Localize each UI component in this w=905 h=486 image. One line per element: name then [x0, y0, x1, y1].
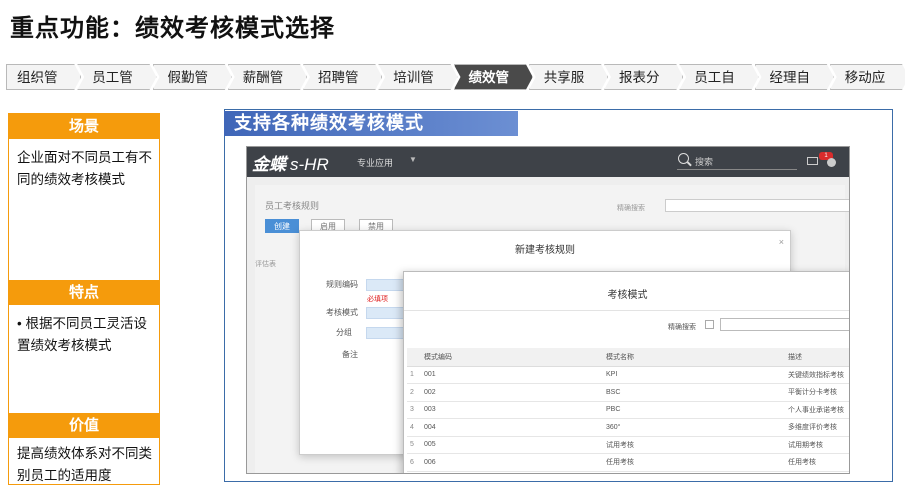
mode-desc: 试用期考核: [785, 436, 849, 454]
table-row[interactable]: 1 001 KPI 关键绩效指标考核: [407, 366, 849, 384]
mode-desc: 个人事业承诺考核: [785, 401, 849, 419]
product-name: s-HR: [290, 155, 329, 174]
feature-body: • 根据不同员工灵活设置绩效考核模式: [17, 316, 147, 353]
mode-name: 360°: [603, 418, 785, 437]
app-logo: 金蝶 s-HR: [252, 150, 329, 175]
page-title: 重点功能：绩效考核模式选择: [10, 15, 335, 42]
dialog-title: 考核模式: [607, 290, 648, 301]
search-underline: [677, 169, 797, 170]
row-index: 3: [407, 401, 421, 419]
nav-item-performance[interactable]: 绩效管理: [454, 64, 533, 90]
bg-filter-label: 精确搜索: [617, 205, 645, 212]
table-row[interactable]: 4 004 360° 多维度评价考核: [407, 418, 849, 437]
mode-desc: 关键绩效指标考核: [785, 366, 849, 384]
mode-code: 005: [421, 436, 603, 454]
mode-code: 004: [421, 418, 603, 437]
nav-item-manager-self[interactable]: 经理自助: [755, 64, 834, 90]
mode-label: 考核模式: [326, 308, 358, 317]
mode-code: 001: [421, 366, 603, 384]
nav-item-mobile[interactable]: 移动应用: [830, 64, 905, 90]
row-index: 4: [407, 418, 421, 437]
value-heading: 价值: [9, 413, 159, 438]
bg-list-label: 评估表: [255, 261, 276, 268]
row-index: 1: [407, 366, 421, 384]
user-icon[interactable]: [827, 158, 836, 167]
search-icon[interactable]: [678, 153, 689, 164]
nav-item-employee[interactable]: 员工管理: [77, 64, 156, 90]
group-field[interactable]: [366, 327, 406, 339]
app-header: 金蝶 s-HR 专业应用 ▼ 搜索 1: [247, 147, 849, 177]
slide: 重点功能：绩效考核模式选择 组织管理 员工管理 假勤管理 薪酬管理 招聘管理 培…: [0, 0, 905, 486]
mode-table: 模式编码 模式名称 描述 1 001 KPI 关键绩效指标考核 2 002 BS…: [407, 348, 849, 472]
mode-name: PBC: [603, 401, 785, 419]
mode-desc: 多维度评价考核: [785, 418, 849, 437]
mode-name: 试用考核: [603, 436, 785, 454]
scene-heading: 场景: [9, 114, 159, 139]
nav-item-shared-service[interactable]: 共享服务: [529, 64, 608, 90]
mode-field[interactable]: [366, 307, 406, 319]
mode-name: BSC: [603, 383, 785, 402]
chevron-down-icon[interactable]: ▼: [409, 155, 417, 164]
value-body: 提高绩效体系对不同类别员工的适用度: [17, 446, 152, 483]
row-index: 2: [407, 383, 421, 402]
required-hint: 必填项: [367, 296, 388, 303]
mode-name: KPI: [603, 366, 785, 384]
close-icon[interactable]: ×: [779, 237, 784, 247]
nav-item-employee-self[interactable]: 员工自助: [679, 64, 758, 90]
search-input[interactable]: 搜索: [695, 155, 713, 168]
mode-desc: 平衡计分卡考核: [785, 383, 849, 402]
info-column: 场景 企业面对不同员工有不同的绩效考核模式 特点 • 根据不同员工灵活设置绩效考…: [8, 113, 160, 485]
mail-icon[interactable]: [807, 157, 818, 165]
app-screenshot: 金蝶 s-HR 专业应用 ▼ 搜索 1 员工考核规则 创建 启用 禁用 精确搜索 …: [246, 146, 850, 474]
divider: [404, 310, 849, 311]
table-row[interactable]: 2 002 BSC 平衡计分卡考核: [407, 383, 849, 402]
row-index: 6: [407, 453, 421, 472]
mode-name: 任用考核: [603, 453, 785, 472]
bg-search-input[interactable]: [665, 199, 849, 212]
table-row[interactable]: 6 006 任用考核 任用考核: [407, 453, 849, 472]
nav-item-payroll[interactable]: 薪酬管理: [228, 64, 307, 90]
row-index: 5: [407, 436, 421, 454]
nav-item-attendance[interactable]: 假勤管理: [153, 64, 232, 90]
nav-item-recruit[interactable]: 招聘管理: [303, 64, 382, 90]
nav-item-training[interactable]: 培训管理: [378, 64, 457, 90]
app-menu[interactable]: 专业应用: [357, 156, 393, 169]
table-header: 模式编码: [421, 348, 603, 367]
table-header: 描述: [785, 348, 849, 367]
feature-heading: 特点: [9, 280, 159, 305]
mode-code: 003: [421, 401, 603, 419]
modal-title: 新建考核规则: [515, 245, 575, 256]
bg-page-title: 员工考核规则: [265, 201, 320, 211]
dialog-search-label: 精确搜索: [668, 324, 696, 331]
table-header-row: 模式编码 模式名称 描述: [407, 348, 849, 367]
dialog-search-input[interactable]: [720, 318, 849, 331]
exact-search-checkbox[interactable]: [705, 320, 714, 329]
mode-picker-dialog: 考核模式 精确搜索 模式编码 模式名称 描述 1 001 KPI 关键绩效指标考…: [403, 271, 849, 473]
nav-item-org[interactable]: 组织管理: [6, 64, 81, 90]
rule-code-field[interactable]: [366, 279, 406, 291]
mode-code: 006: [421, 453, 603, 472]
panel-title: 支持各种绩效考核模式: [224, 111, 518, 136]
module-nav: 组织管理 员工管理 假勤管理 薪酬管理 招聘管理 培训管理 绩效管理 共享服务 …: [6, 64, 905, 90]
table-header: 模式名称: [603, 348, 785, 367]
nav-item-reports[interactable]: 报表分析: [604, 64, 683, 90]
table-row[interactable]: 3 003 PBC 个人事业承诺考核: [407, 401, 849, 419]
brand-name: 金蝶: [252, 155, 286, 174]
group-label: 分组: [336, 328, 352, 337]
mode-desc: 任用考核: [785, 453, 849, 472]
mode-code: 002: [421, 383, 603, 402]
table-header-index: [407, 348, 421, 367]
note-label: 备注: [342, 350, 358, 359]
scene-body: 企业面对不同员工有不同的绩效考核模式: [17, 150, 152, 187]
rule-code-label: 规则编码: [326, 280, 358, 289]
table-row[interactable]: 5 005 试用考核 试用期考核: [407, 436, 849, 454]
bg-create-button[interactable]: 创建: [265, 219, 299, 233]
